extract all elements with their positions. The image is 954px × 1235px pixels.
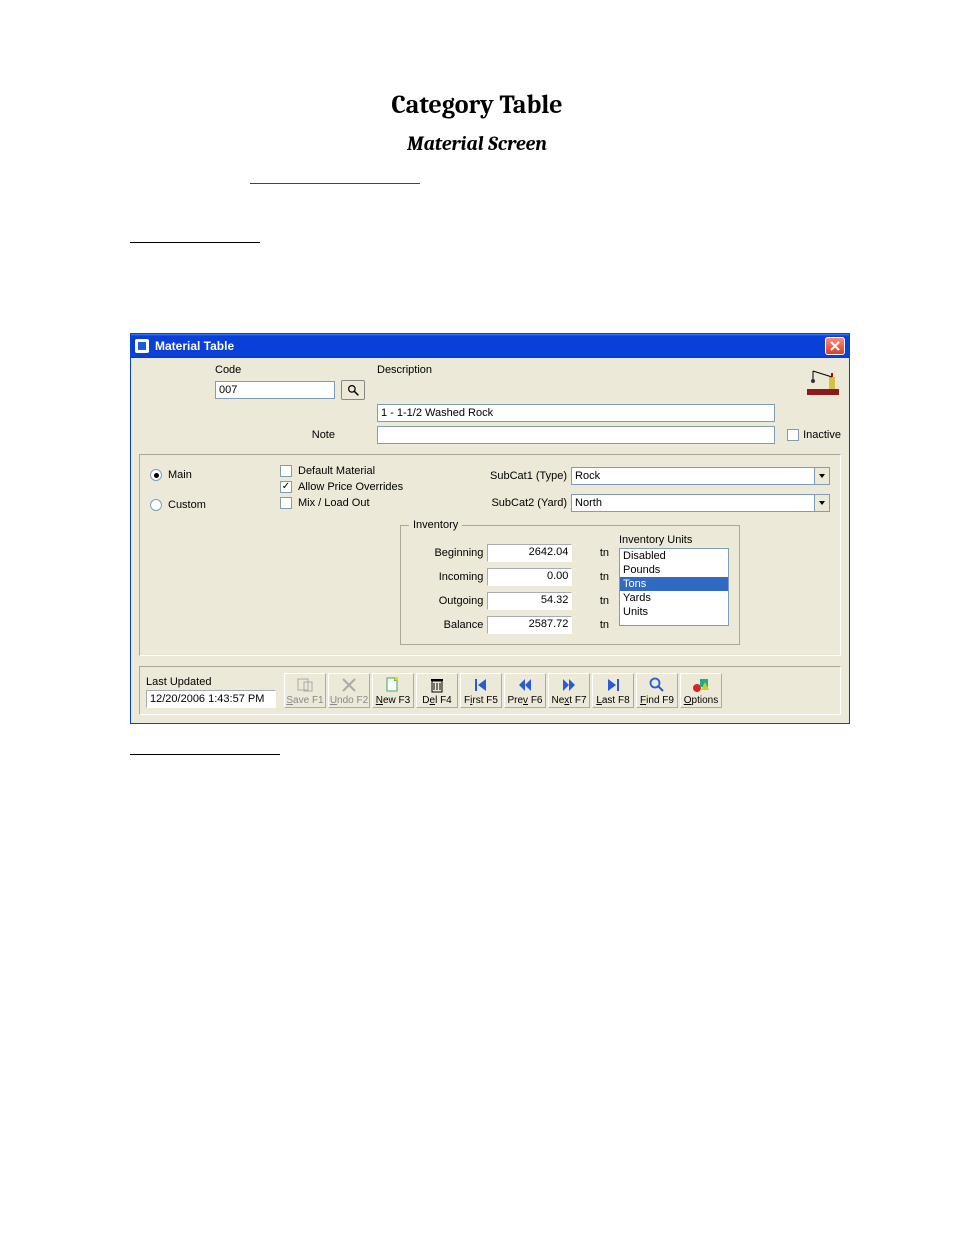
nav-first-icon [472, 676, 490, 694]
crane-icon [807, 369, 839, 395]
close-button[interactable] [825, 337, 845, 355]
save-label: Save F1 [286, 695, 323, 706]
beginning-unit: tn [576, 547, 609, 559]
page-subtitle: Material Screen [130, 132, 824, 155]
outgoing-label: Outgoing [411, 595, 483, 607]
custom-radio-label: Custom [168, 499, 206, 511]
app-icon [135, 339, 149, 353]
balance-unit: tn [576, 619, 609, 631]
subcat1-combo[interactable] [571, 467, 830, 485]
titlebar: Material Table [131, 334, 849, 358]
subcat1-input[interactable] [571, 467, 814, 485]
description-input[interactable] [377, 404, 775, 422]
undo-button[interactable]: Undo F2 [328, 673, 370, 708]
options-button[interactable]: Options [680, 673, 722, 708]
allow-price-overrides-label: Allow Price Overrides [298, 481, 403, 493]
code-input[interactable] [215, 381, 335, 399]
search-icon [347, 384, 360, 397]
find-button[interactable]: Find F9 [636, 673, 678, 708]
inventory-fieldset: Inventory Beginning 2642.04 tn Incoming … [400, 525, 740, 645]
toolbar: Save F1 Undo F2 New F3 Del F4 First F5 [284, 673, 834, 708]
note-input[interactable] [377, 426, 775, 444]
trash-icon [428, 676, 446, 694]
incoming-value[interactable]: 0.00 [487, 568, 572, 586]
mix-load-out-checkbox[interactable] [280, 497, 292, 509]
note-label: Note [215, 429, 335, 441]
main-radio[interactable] [150, 469, 162, 481]
balance-value[interactable]: 2587.72 [487, 616, 572, 634]
next-button[interactable]: Next F7 [548, 673, 590, 708]
outgoing-unit: tn [576, 595, 609, 607]
mix-load-out-label: Mix / Load Out [298, 497, 370, 509]
nav-next-icon [560, 676, 578, 694]
default-material-label: Default Material [298, 465, 375, 477]
inventory-units-listbox[interactable]: DisabledPoundsTonsYardsUnits [619, 548, 729, 626]
inventory-units-item[interactable]: Units [620, 605, 728, 619]
first-label: First F5 [464, 695, 498, 706]
incoming-unit: tn [576, 571, 609, 583]
inventory-units-item[interactable]: Tons [620, 577, 728, 591]
undo-icon [340, 676, 358, 694]
divider [130, 242, 260, 243]
divider [250, 183, 420, 184]
incoming-label: Incoming [411, 571, 483, 583]
new-button[interactable]: New F3 [372, 673, 414, 708]
page-title: Category Table [130, 90, 824, 120]
prev-label: Prev F6 [507, 695, 542, 706]
close-icon [830, 341, 840, 351]
save-icon [296, 676, 314, 694]
window-title: Material Table [155, 339, 825, 353]
nav-last-icon [604, 676, 622, 694]
delete-button[interactable]: Del F4 [416, 673, 458, 708]
inventory-units-item[interactable]: Disabled [620, 549, 728, 563]
description-label: Description [377, 364, 437, 376]
search-icon [648, 676, 666, 694]
inventory-units-item[interactable]: Yards [620, 591, 728, 605]
allow-price-overrides-checkbox[interactable] [280, 481, 292, 493]
options-label: Options [684, 695, 718, 706]
outgoing-value[interactable]: 54.32 [487, 592, 572, 610]
save-button[interactable]: Save F1 [284, 673, 326, 708]
next-label: Next F7 [551, 695, 586, 706]
first-button[interactable]: First F5 [460, 673, 502, 708]
prev-button[interactable]: Prev F6 [504, 673, 546, 708]
inventory-units-label: Inventory Units [619, 534, 729, 546]
subcat2-combo[interactable] [571, 494, 830, 512]
chevron-down-icon [818, 472, 826, 480]
beginning-label: Beginning [411, 547, 483, 559]
delete-label: Del F4 [422, 695, 451, 706]
last-label: Last F8 [596, 695, 629, 706]
inactive-checkbox[interactable] [787, 429, 799, 441]
subcat1-dropdown-button[interactable] [814, 467, 830, 485]
last-updated-value [146, 690, 276, 708]
custom-radio[interactable] [150, 499, 162, 511]
subcat2-input[interactable] [571, 494, 814, 512]
inventory-legend: Inventory [409, 519, 462, 531]
divider [130, 754, 280, 755]
beginning-value[interactable]: 2642.04 [487, 544, 572, 562]
subcat2-dropdown-button[interactable] [814, 494, 830, 512]
options-icon [692, 676, 710, 694]
chevron-down-icon [818, 499, 826, 507]
balance-label: Balance [411, 619, 483, 631]
find-label: Find F9 [640, 695, 674, 706]
last-button[interactable]: Last F8 [592, 673, 634, 708]
code-lookup-button[interactable] [341, 380, 365, 400]
last-updated-label: Last Updated [146, 676, 276, 688]
inventory-units-item[interactable]: Pounds [620, 563, 728, 577]
subcat1-label: SubCat1 (Type) [490, 470, 567, 482]
inactive-label: Inactive [803, 429, 841, 441]
default-material-checkbox[interactable] [280, 465, 292, 477]
nav-prev-icon [516, 676, 534, 694]
new-label: New F3 [376, 695, 410, 706]
subcat2-label: SubCat2 (Yard) [490, 497, 567, 509]
main-radio-label: Main [168, 469, 192, 481]
undo-label: Undo F2 [330, 695, 368, 706]
material-table-window: Material Table Code Description [130, 333, 850, 724]
new-icon [384, 676, 402, 694]
code-label: Code [215, 364, 335, 376]
